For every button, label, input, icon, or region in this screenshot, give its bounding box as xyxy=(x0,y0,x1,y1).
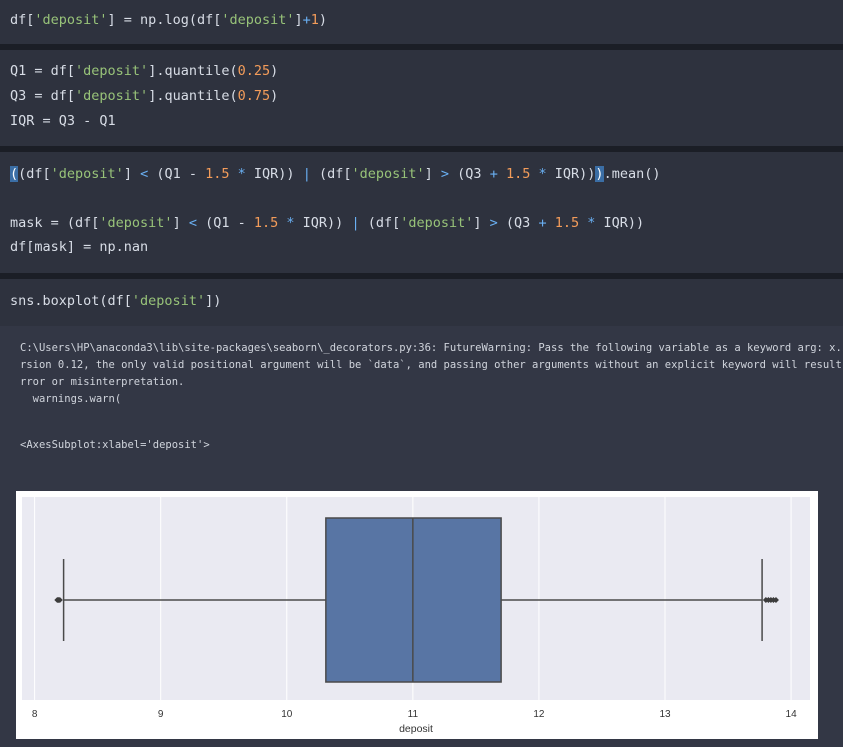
code-line: Q1 = df['deposit'].quantile(0.25) xyxy=(10,62,278,80)
warning-line: C:\Users\HP\anaconda3\lib\site-packages\… xyxy=(20,342,843,354)
code-token: ] xyxy=(424,166,441,182)
code-token: IQR)) xyxy=(245,166,303,182)
code-string: 'deposit' xyxy=(400,215,474,231)
code-line: IQR = Q3 - Q1 xyxy=(10,112,116,130)
code-token: ) xyxy=(318,12,328,28)
code-operator: + xyxy=(489,166,498,182)
matched-bracket: ) xyxy=(595,166,604,182)
code-operator: + xyxy=(302,12,311,28)
code-line: mask = (df['deposit'] < (Q1 - 1.5 * IQR)… xyxy=(10,214,644,232)
code-token: ] xyxy=(123,166,141,182)
code-token: IQR = Q3 - Q1 xyxy=(10,113,116,129)
code-token: ].quantile( xyxy=(148,88,238,104)
x-axis-label: deposit xyxy=(399,723,433,735)
code-token: Q1 = df[ xyxy=(10,63,76,79)
code-number: 0.75 xyxy=(237,88,271,104)
code-line: sns.boxplot(df['deposit']) xyxy=(10,292,221,310)
code-token: IQR)) xyxy=(294,215,352,231)
x-tick-label: 11 xyxy=(408,709,419,720)
code-token: ]) xyxy=(205,293,222,309)
code-number: 0.25 xyxy=(237,63,271,79)
x-tick-label: 9 xyxy=(158,709,164,720)
code-cell-3[interactable]: ((df['deposit'] < (Q1 - 1.5 * IQR)) | (d… xyxy=(0,152,843,273)
code-token: Q3 = df[ xyxy=(10,88,76,104)
code-token: ] xyxy=(473,215,490,231)
warning-line: rsion 0.12, the only valid positional ar… xyxy=(20,359,843,371)
code-operator: < xyxy=(140,166,149,182)
code-token: IQR)) xyxy=(595,215,645,231)
output-repr: <AxesSubplot:xlabel='deposit'> xyxy=(20,439,210,451)
code-number: 1.5 xyxy=(554,215,580,231)
warning-line: rror or misinterpretation. xyxy=(20,376,185,388)
code-token: df[mask] = np.nan xyxy=(10,239,149,255)
x-tick-label: 12 xyxy=(533,709,545,720)
x-tick-label: 10 xyxy=(281,709,293,720)
code-token: (df[ xyxy=(359,215,401,231)
code-operator: * xyxy=(237,166,246,182)
code-operator: > xyxy=(440,166,450,182)
code-token: ) xyxy=(270,88,279,104)
code-token: ] xyxy=(294,12,303,28)
code-number: 1 xyxy=(310,12,319,28)
code-cell-1[interactable]: df['deposit'] = np.log(df['deposit']+1) xyxy=(0,0,843,44)
code-string: 'deposit' xyxy=(351,166,425,182)
code-line: df[mask] = np.nan xyxy=(10,238,148,256)
code-operator: * xyxy=(286,215,295,231)
code-string: 'deposit' xyxy=(131,293,206,309)
code-number: 1.5 xyxy=(253,215,279,231)
code-string: 'deposit' xyxy=(34,12,108,28)
code-token: ] xyxy=(172,215,189,231)
code-string: 'deposit' xyxy=(75,63,149,79)
code-string: 'deposit' xyxy=(50,166,124,182)
code-line: Q3 = df['deposit'].quantile(0.75) xyxy=(10,87,278,105)
code-operator: + xyxy=(538,215,547,231)
code-token: (Q1 - xyxy=(196,215,254,231)
code-line: ((df['deposit'] < (Q1 - 1.5 * IQR)) | (d… xyxy=(10,165,660,183)
boxplot-chart: 8 9 10 11 12 13 14 deposit xyxy=(22,497,810,735)
code-string: 'deposit' xyxy=(221,12,295,28)
code-number: 1.5 xyxy=(505,166,531,182)
code-line: df['deposit'] = np.log(df['deposit']+1) xyxy=(10,11,327,29)
x-tick-label: 14 xyxy=(786,709,798,720)
code-token: (df[ xyxy=(18,166,51,182)
code-token: IQR)) xyxy=(546,166,596,182)
code-token: (Q3 xyxy=(449,166,490,182)
code-token: .mean() xyxy=(603,166,661,182)
code-operator: | xyxy=(302,166,311,182)
code-operator: * xyxy=(538,166,547,182)
code-cell-4[interactable]: sns.boxplot(df['deposit']) xyxy=(0,279,843,326)
code-string: 'deposit' xyxy=(75,88,149,104)
code-token: ].quantile( xyxy=(148,63,238,79)
code-token: ] = np.log(df[ xyxy=(107,12,222,28)
code-operator: > xyxy=(489,215,498,231)
x-tick-label: 13 xyxy=(659,709,671,720)
code-number: 1.5 xyxy=(205,166,230,182)
warning-line: warnings.warn( xyxy=(20,393,122,405)
plot-image: 8 9 10 11 12 13 14 deposit xyxy=(16,491,818,739)
x-tick-label: 8 xyxy=(32,709,38,720)
code-token: sns.boxplot(df[ xyxy=(10,293,132,309)
code-token: (df[ xyxy=(310,166,352,182)
code-string: 'deposit' xyxy=(99,215,173,231)
code-token: df[ xyxy=(10,12,35,28)
matched-bracket: ( xyxy=(10,166,19,182)
code-token: (Q1 - xyxy=(148,166,206,182)
code-token: ) xyxy=(270,63,279,79)
code-cell-2[interactable]: Q1 = df['deposit'].quantile(0.25) Q3 = d… xyxy=(0,50,843,146)
code-operator: | xyxy=(351,215,360,231)
code-token: (Q3 xyxy=(497,215,539,231)
code-operator: < xyxy=(188,215,197,231)
code-token: mask = (df[ xyxy=(10,215,100,231)
